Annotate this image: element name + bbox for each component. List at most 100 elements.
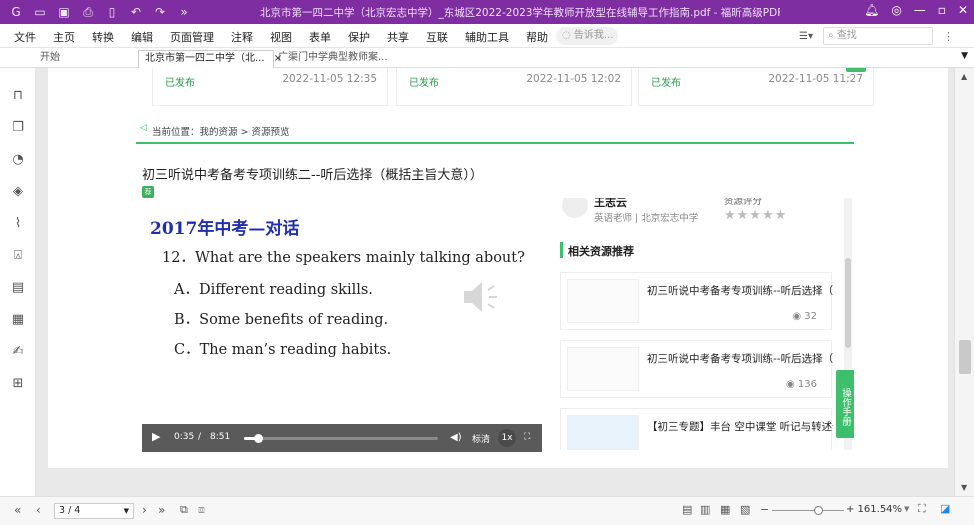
help-manual-button[interactable]: 操作手册 (836, 370, 854, 438)
find-input[interactable]: ⌕ 查找 (823, 27, 933, 45)
signature-icon[interactable]: ✍︎ (10, 344, 26, 360)
menu-view[interactable]: 视图 (270, 29, 292, 45)
form-fields-icon[interactable]: ▦ (10, 312, 26, 328)
menu-convert[interactable]: 转换 (92, 29, 114, 45)
related-item[interactable]: 【初三专题】丰台 空中课堂 听记与转述信息能力 (560, 408, 833, 450)
resource-title: 初三听说中考备考专项训练二--听后选择（概括主旨大意）） (142, 168, 483, 183)
menu-help[interactable]: 帮助 (526, 29, 548, 45)
more-tools-icon[interactable]: » (176, 4, 192, 20)
resource-thumbnail (567, 279, 639, 323)
related-item-title: 初三听说中考备考专项训练--听后选择（综合推断） (647, 353, 833, 365)
page-number-input[interactable]: 3 / 4 ▼ (54, 503, 134, 519)
speaker-icon (464, 282, 497, 312)
vertical-scrollbar[interactable]: ▲ ▼ (954, 68, 974, 496)
menu-protect[interactable]: 保护 (348, 29, 370, 45)
app-logo-icon[interactable]: G (8, 4, 24, 20)
panel-scroll-thumb[interactable] (845, 258, 851, 348)
save-icon[interactable]: ▣ (56, 4, 72, 20)
option-c: C．The man’s reading habits. (174, 342, 392, 358)
tell-me-search[interactable]: ◌ 告诉我... (556, 27, 618, 45)
section-accent (560, 242, 563, 258)
time-separator: / (198, 432, 202, 442)
menu-connect[interactable]: 互联 (426, 29, 448, 45)
attachment-icon[interactable]: ⌇ (10, 216, 26, 232)
cover-icon[interactable]: ▧ (740, 503, 750, 516)
related-item[interactable]: 初三听说中考备考专项训练--听后选择（综合推断） ◉ 136 (560, 340, 833, 398)
print-icon[interactable]: ⎙ (80, 4, 96, 20)
menu-home[interactable]: 主页 (53, 29, 75, 45)
fullscreen-view-icon[interactable]: ⛶ (918, 502, 926, 516)
menu-edit[interactable]: 编辑 (131, 29, 153, 45)
next-page-icon[interactable]: › (142, 503, 147, 517)
related-panel: 王志云 英语老师 | 北京宏志中学 资源评分 ★★★★★ 相关资源推荐 初三听说… (548, 198, 852, 450)
single-page-icon[interactable]: ▤ (682, 503, 692, 516)
menu-share[interactable]: 共享 (387, 29, 409, 45)
tab-second-document[interactable]: 广渠门中学典型教师案... (272, 50, 392, 68)
continuous-icon[interactable]: ▥ (700, 503, 710, 516)
bookmark-icon[interactable]: ⊓ (10, 88, 26, 104)
speed-toggle[interactable]: 1x (498, 429, 516, 447)
open-folder-icon[interactable]: ▭ (32, 4, 48, 20)
menu-file[interactable]: 文件 (14, 29, 36, 45)
zoom-level[interactable]: + 161.54% (846, 504, 902, 515)
last-page-icon[interactable]: » (158, 503, 165, 517)
content-icon[interactable]: ▤ (10, 280, 26, 296)
related-item[interactable]: 初三听说中考备考专项训练--听后选择（信息推断） ◉ 32 (560, 272, 833, 330)
menu-comment[interactable]: 注释 (231, 29, 253, 45)
layers-icon[interactable]: ◈ (10, 184, 26, 200)
redo-icon[interactable]: ↷ (152, 4, 168, 20)
facing-icon[interactable]: ▦ (720, 503, 730, 516)
fit-page-icon[interactable]: ⧉ (180, 503, 188, 517)
prev-page-icon[interactable]: ‹ (36, 503, 41, 517)
zoom-slider[interactable] (772, 506, 844, 515)
scroll-up-icon[interactable]: ▲ (961, 72, 967, 81)
more-options-icon[interactable]: ⋮ (943, 30, 954, 43)
title-bar: G ▭ ▣ ⎙ ▯ ↶ ↷ » 北京市第一四二中学（北京宏志中学）_东城区202… (0, 0, 974, 24)
volume-icon[interactable]: ◀︎) (450, 432, 462, 443)
menu-form[interactable]: 表单 (309, 29, 331, 45)
breadcrumb-divider (136, 142, 854, 144)
minimize-icon[interactable]: — (914, 3, 926, 17)
article-icon[interactable]: ⊞ (10, 376, 26, 392)
scroll-down-icon[interactable]: ▼ (961, 483, 967, 492)
fullscreen-icon[interactable]: ⛶ (524, 432, 530, 442)
scroll-thumb[interactable] (959, 340, 971, 374)
quality-toggle[interactable]: 标清 (472, 432, 490, 445)
breadcrumb: 当前位置：我的资源 > 资源预览 (152, 127, 290, 138)
tab-label: 开始 (40, 52, 60, 63)
close-icon[interactable]: ✕ (958, 3, 968, 17)
two-page-icon[interactable]: ⧈ (198, 503, 205, 517)
progress-handle[interactable] (253, 434, 263, 443)
new-page-icon[interactable]: ▯ (104, 4, 120, 20)
zoom-dropdown-icon[interactable]: ▼ (904, 505, 909, 513)
status-badge: 已发布 (165, 78, 195, 89)
progress-track[interactable] (244, 434, 438, 443)
bell-icon[interactable]: 🔔︎ (864, 3, 879, 17)
tab-list-dropdown-icon[interactable]: ▼ (961, 51, 968, 61)
tab-start[interactable]: 开始 (34, 50, 66, 68)
zoom-slider-handle[interactable] (814, 506, 823, 515)
restore-icon[interactable]: ▫ (938, 3, 946, 17)
account-icon[interactable]: ◎ (891, 3, 901, 17)
zoom-out-icon[interactable]: − (760, 503, 769, 516)
menu-page-manage[interactable]: 页面管理 (170, 29, 214, 45)
status-badge: 已发布 (409, 78, 439, 89)
page-dropdown-icon[interactable]: ▼ (124, 504, 129, 518)
search-options-icon[interactable]: ☰▾ (799, 31, 813, 42)
view-count: ◉ 136 (786, 379, 817, 390)
pdf-page: 已发布 2022-11-05 12:35 已发布 2022-11-05 12:0… (48, 68, 948, 468)
status-bar: « ‹ 3 / 4 ▼ › » ⧉ ⧈ ▤ ▥ ▦ ▧ − + 161.54% … (0, 496, 974, 525)
pages-icon[interactable]: ❐ (10, 120, 26, 136)
comment-icon[interactable]: ◔ (10, 152, 26, 168)
security-icon[interactable]: ⍓ (10, 248, 26, 264)
first-page-icon[interactable]: « (14, 503, 21, 517)
play-icon[interactable]: ▶ (152, 430, 160, 443)
question-text: 12．What are the speakers mainly talking … (162, 250, 525, 266)
menu-accessibility[interactable]: 辅助工具 (465, 29, 509, 45)
tell-me-hint: 告诉我... (573, 30, 614, 41)
undo-icon[interactable]: ↶ (128, 4, 144, 20)
resource-thumbnail (567, 347, 639, 391)
reading-mode-icon[interactable]: ◪ (940, 502, 950, 515)
media-preview[interactable]: 2017年中考—对话 12．What are the speakers main… (142, 198, 542, 452)
tab-active-document[interactable]: 北京市第一四二中学（北... × (138, 50, 282, 68)
